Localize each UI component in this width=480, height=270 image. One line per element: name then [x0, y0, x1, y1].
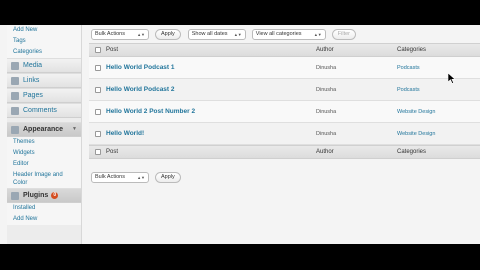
admin-sidebar: Add New Tags Categories Media Links Page… — [7, 25, 82, 244]
apply-button-bottom[interactable]: Apply — [155, 171, 181, 183]
chevron-down-icon: ▼ — [72, 126, 77, 132]
wp-admin-screen: Add New Tags Categories Media Links Page… — [0, 25, 480, 244]
submenu-header-image[interactable]: Header Image and Color — [7, 170, 81, 188]
row-checkbox-cell — [89, 64, 106, 71]
select-arrow-icon: ▲▼ — [313, 31, 322, 37]
dates-filter-select[interactable]: Show all dates ▲▼ — [187, 28, 246, 40]
post-category-link[interactable]: Podcasts — [397, 87, 477, 93]
tablenav-bottom: Bulk Actions ▲▼ Apply — [91, 171, 181, 183]
row-checkbox-cell — [89, 130, 106, 137]
mouse-cursor-icon — [448, 73, 456, 84]
select-all-checkbox[interactable] — [94, 47, 101, 53]
table-row: Hello World 2 Post Number 2 Dinusha Webs… — [89, 101, 480, 123]
post-title-link[interactable]: Hello World Podcast 1 — [106, 64, 316, 71]
post-category-link[interactable]: Website Design — [397, 131, 477, 137]
tablenav-top: Bulk Actions ▲▼ Apply Show all dates ▲▼ … — [91, 28, 356, 40]
submenu-categories[interactable]: Categories — [7, 47, 81, 58]
post-author-link[interactable]: Dinusha — [316, 87, 397, 93]
bulk-actions-select-bottom[interactable]: Bulk Actions ▲▼ — [91, 171, 149, 183]
apply-button[interactable]: Apply — [155, 28, 181, 40]
video-letterbox-top — [0, 0, 480, 25]
post-title-link[interactable]: Hello World 2 Post Number 2 — [106, 108, 316, 115]
column-post[interactable]: Post — [106, 47, 316, 53]
row-checkbox[interactable] — [94, 86, 101, 93]
post-author-link[interactable]: Dinusha — [316, 65, 397, 71]
appearance-submenu: Themes Widgets Editor Header Image and C… — [7, 137, 81, 188]
select-arrow-icon: ▲▼ — [137, 174, 145, 180]
posts-table: Post Author Categories Hello World Podca… — [89, 43, 480, 159]
submenu-add-new-plugin[interactable]: Add New — [7, 214, 81, 225]
post-title-link[interactable]: Hello World! — [106, 130, 316, 137]
column-author: Author — [316, 47, 334, 53]
menu-media-label: Media — [23, 62, 43, 69]
post-author-link[interactable]: Dinusha — [316, 131, 397, 137]
table-row: Hello World Podcast 2 Dinusha Podcasts — [89, 79, 480, 101]
media-icon — [11, 61, 19, 70]
post-category-link[interactable]: Website Design — [397, 109, 477, 115]
menu-pages-label: Pages — [23, 92, 43, 99]
table-footer: Post Author Categories — [89, 145, 480, 159]
row-checkbox[interactable] — [94, 108, 101, 115]
menu-appearance[interactable]: Appearance ▼ — [7, 122, 81, 137]
row-checkbox[interactable] — [94, 64, 101, 71]
submenu-editor[interactable]: Editor — [7, 159, 81, 170]
comments-icon — [11, 106, 19, 115]
menu-comments-label: Comments — [23, 107, 57, 114]
menu-pages[interactable]: Pages — [7, 88, 81, 103]
categories-filter-select[interactable]: View all categories ▲▼ — [251, 28, 326, 40]
menu-appearance-label: Appearance — [23, 126, 64, 133]
menu-links-label: Links — [23, 77, 40, 84]
column-categories-footer: Categories — [397, 149, 427, 155]
submenu-add-new-post[interactable]: Add New — [7, 25, 81, 36]
menu-media[interactable]: Media — [7, 58, 81, 73]
row-checkbox-cell — [89, 86, 106, 93]
select-arrow-icon: ▲▼ — [233, 31, 242, 37]
submenu-installed[interactable]: Installed — [7, 203, 81, 214]
post-category-link[interactable]: Podcasts — [397, 65, 477, 71]
plugins-icon — [11, 191, 19, 200]
select-all-cell — [89, 47, 106, 53]
plugins-update-badge: 0 — [51, 192, 59, 199]
categories-filter-value: View all categories — [255, 30, 302, 37]
video-letterbox-bottom — [0, 244, 480, 270]
bulk-actions-value: Bulk Actions — [95, 30, 125, 37]
row-checkbox[interactable] — [94, 130, 101, 137]
row-checkbox-cell — [89, 108, 106, 115]
links-icon — [11, 76, 19, 85]
post-title-link[interactable]: Hello World Podcast 2 — [106, 86, 316, 93]
submenu-themes[interactable]: Themes — [7, 137, 81, 148]
submenu-tags[interactable]: Tags — [7, 36, 81, 47]
column-author-footer: Author — [316, 149, 334, 155]
table-row: Hello World! Dinusha Website Design — [89, 123, 480, 145]
table-row: Hello World Podcast 1 Dinusha Podcasts — [89, 57, 480, 79]
select-all-cell-footer — [89, 149, 106, 155]
column-post-footer[interactable]: Post — [106, 149, 316, 155]
select-all-checkbox-footer[interactable] — [94, 149, 101, 155]
table-header: Post Author Categories — [89, 43, 480, 57]
posts-submenu: Add New Tags Categories — [7, 25, 81, 58]
menu-links[interactable]: Links — [7, 73, 81, 88]
menu-comments[interactable]: Comments — [7, 103, 81, 118]
submenu-widgets[interactable]: Widgets — [7, 148, 81, 159]
filter-button[interactable]: Filter — [331, 28, 356, 40]
plugins-submenu: Installed Add New — [7, 203, 81, 225]
post-author-link[interactable]: Dinusha — [316, 109, 397, 115]
bulk-actions-value-bottom: Bulk Actions — [95, 173, 125, 180]
appearance-icon — [11, 125, 19, 134]
select-arrow-icon: ▲▼ — [137, 31, 145, 37]
menu-plugins-label: Plugins — [23, 192, 49, 199]
dates-filter-value: Show all dates — [191, 30, 228, 37]
pages-icon — [11, 91, 19, 100]
bulk-actions-select[interactable]: Bulk Actions ▲▼ — [91, 28, 149, 40]
column-categories: Categories — [397, 47, 427, 53]
menu-plugins[interactable]: Plugins 0 — [7, 188, 81, 203]
